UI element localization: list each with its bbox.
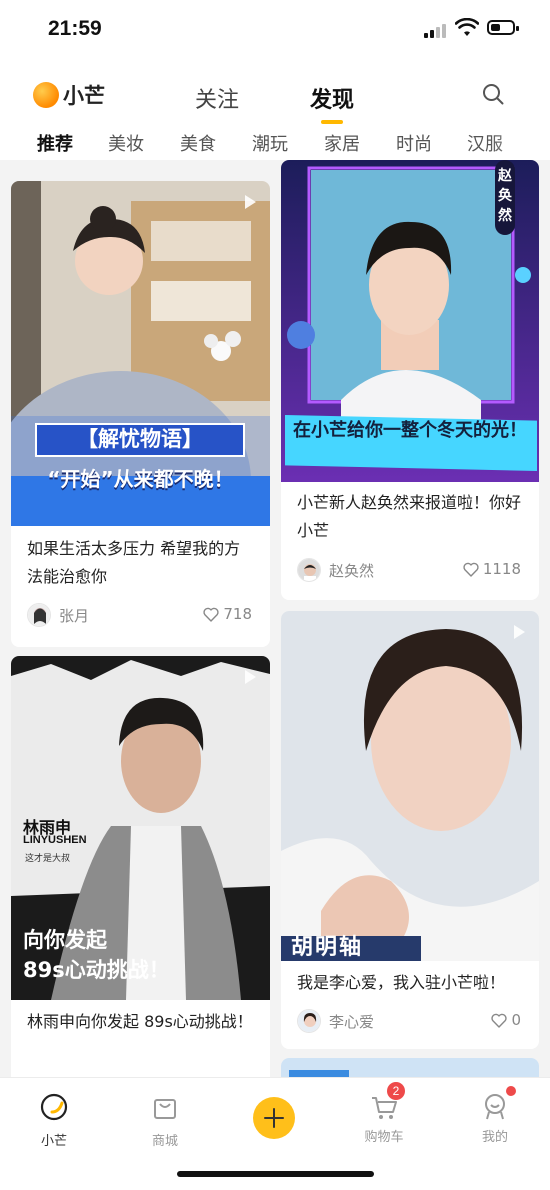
heart-icon — [491, 1013, 508, 1028]
video-play-icon — [245, 670, 256, 684]
post-title: 小芒新人赵奂然来报道啦！你好小芒 — [297, 493, 522, 540]
overlay-name-en: LINYUSHEN — [23, 834, 87, 846]
post-meta: 赵奂然 1118 — [297, 558, 521, 584]
profile-icon — [485, 1094, 505, 1120]
tab-follow-label: 关注 — [195, 88, 240, 113]
avatar[interactable] — [297, 1009, 321, 1033]
like-count[interactable]: 718 — [203, 605, 252, 623]
post-author[interactable]: 张月 — [59, 605, 89, 626]
logo-ball-icon — [33, 82, 59, 108]
cellular-signal-icon — [424, 22, 448, 38]
overlay-line-1: 向你发起 — [23, 928, 107, 952]
tab-home-label: 小芒 — [40, 1134, 67, 1149]
like-count-value: 718 — [223, 605, 252, 623]
wifi-icon — [455, 18, 479, 36]
tab-home[interactable]: 小芒 — [14, 1092, 94, 1149]
like-count-value: 0 — [511, 1011, 521, 1029]
heart-icon — [203, 607, 219, 622]
post-author[interactable]: 李心爱 — [329, 1011, 374, 1032]
status-time: 21:59 — [48, 17, 102, 40]
create-post-button[interactable] — [253, 1097, 295, 1139]
top-navigation: 小芒 关注 发现 推荐 美妆 美食 潮玩 家居 时尚 汉服 — [0, 60, 550, 160]
tab-cart-label: 购物车 — [364, 1130, 404, 1145]
video-play-icon — [514, 625, 525, 639]
tab-me-label: 我的 — [481, 1130, 508, 1145]
like-count[interactable]: 0 — [491, 1011, 521, 1029]
video-play-icon — [245, 195, 256, 209]
category-fade — [490, 126, 550, 160]
post-card[interactable]: 林雨申 LINYUSHEN 这才是大叔 向你发起 89s心动挑战！ 林雨申向你发… — [11, 656, 270, 1077]
tab-follow[interactable]: 关注 — [195, 82, 239, 114]
overlay-subtitle: 这才是大叔 — [25, 854, 71, 864]
post-cover-image — [281, 1058, 539, 1077]
overlay-line-2: 89s心动挑战！ — [23, 958, 170, 982]
logo-text: 小芒 — [63, 84, 105, 108]
post-title: 林雨申向你发起 89s心动挑战！ — [27, 1012, 253, 1031]
notification-dot — [506, 1086, 516, 1096]
category-beauty[interactable]: 美妆 — [108, 130, 144, 156]
tab-discover-label: 发现 — [310, 88, 355, 113]
home-mango-icon — [40, 1093, 68, 1121]
post-meta: 张月 718 — [27, 603, 252, 629]
overlay-caption-bottom: “开始”从来都不晚！ — [47, 467, 234, 491]
overlay-caption: 在小芒给你一整个冬天的光！ — [285, 415, 537, 471]
status-bar: 21:59 — [0, 0, 550, 60]
post-card[interactable]: 【解忧物语】 “开始”从来都不晚！ 如果生活太多压力 希望我的方法能治愈你 张月… — [11, 181, 270, 647]
discover-feed: 【解忧物语】 “开始”从来都不晚！ 如果生活太多压力 希望我的方法能治愈你 张月… — [0, 160, 550, 1077]
post-cover-image — [281, 611, 539, 961]
post-card[interactable]: 胡明轴 我是李心爱，我入驻小芒啦！ 李心爱 0 — [281, 611, 539, 1049]
avatar[interactable] — [27, 603, 51, 627]
search-icon[interactable] — [481, 82, 505, 106]
category-recommend[interactable]: 推荐 — [37, 130, 73, 156]
tab-discover[interactable]: 发现 — [310, 82, 355, 124]
tab-active-indicator — [321, 120, 343, 124]
post-meta: 李心爱 0 — [297, 1009, 521, 1035]
cart-badge: 2 — [387, 1082, 405, 1100]
avatar[interactable] — [297, 558, 321, 582]
overlay-side-name: 赵奂然 — [498, 168, 512, 224]
tab-me[interactable]: 我的 — [455, 1086, 535, 1145]
post-card[interactable] — [281, 1058, 539, 1077]
tab-mall-label: 商城 — [151, 1134, 178, 1149]
post-author[interactable]: 赵奂然 — [329, 560, 374, 581]
tab-mall[interactable]: 商城 — [125, 1092, 205, 1149]
overlay-text: 胡明轴 — [291, 935, 364, 960]
shopping-bag-icon — [154, 1099, 176, 1119]
post-card[interactable]: 赵奂然 在小芒给你一整个冬天的光！ 小芒新人赵奂然来报道啦！你好小芒 赵奂然 1… — [281, 160, 539, 600]
like-count-value: 1118 — [482, 560, 521, 578]
post-title: 我是李心爱，我入驻小芒啦！ — [297, 973, 506, 992]
overlay-caption-top: 【解忧物语】 — [35, 423, 245, 457]
category-home[interactable]: 家居 — [324, 130, 360, 156]
category-tabs: 推荐 美妆 美食 潮玩 家居 时尚 汉服 — [0, 126, 550, 160]
tab-cart[interactable]: 2 购物车 — [344, 1082, 424, 1145]
app-logo[interactable]: 小芒 — [33, 80, 105, 110]
like-count[interactable]: 1118 — [463, 560, 521, 578]
heart-icon — [463, 562, 479, 577]
battery-icon — [487, 20, 519, 35]
post-title: 如果生活太多压力 希望我的方法能治愈你 — [27, 539, 241, 586]
category-fashion[interactable]: 时尚 — [396, 130, 432, 156]
category-food[interactable]: 美食 — [180, 130, 216, 156]
home-indicator — [177, 1171, 374, 1177]
category-toys[interactable]: 潮玩 — [252, 130, 288, 156]
